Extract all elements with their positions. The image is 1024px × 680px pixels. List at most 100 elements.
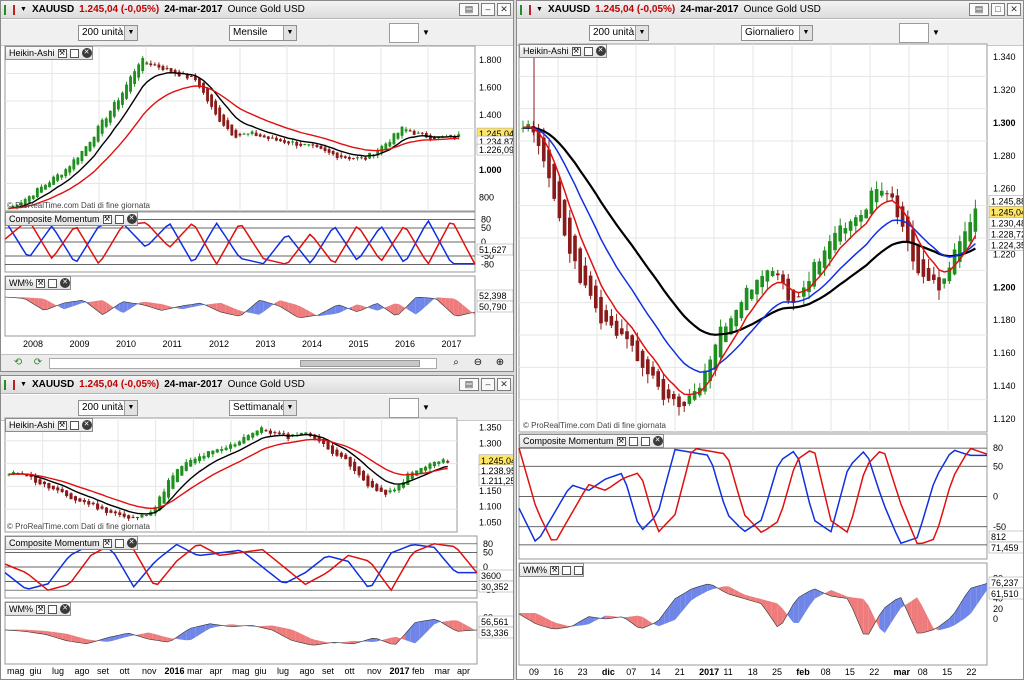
daily-chart[interactable]: 1.3401.3201.3001.2801.2601.2401.2201.200… [517,1,1024,680]
wrench-icon[interactable]: ⚒ [571,46,581,56]
heikin-ashi-candle [573,235,577,262]
heikin-ashi-candle [921,259,926,277]
wm-label[interactable]: WM% ⚒ ✕ [5,602,71,616]
wm-label[interactable]: WM% ⚒ [519,563,584,577]
close-icon[interactable]: ✕ [126,214,137,224]
wm-area [415,297,420,315]
heikin-ashi-candle [348,456,352,467]
close-icon[interactable]: ✕ [81,420,92,430]
heikin-label[interactable]: Heikin-Ashi ⚒ ✕ [519,44,607,58]
heikin-ashi-candle [193,458,197,464]
properties-icon[interactable] [48,278,57,288]
properties-icon[interactable] [562,565,571,575]
heikin-label[interactable]: Heikin-Ashi ⚒ ✕ [5,46,93,60]
heikin-ashi-candle [848,221,853,231]
zoom-in-icon[interactable]: ⊕ [493,356,507,370]
cm-tick-label: 0 [993,492,998,502]
heikin-ashi-candle [125,84,128,99]
wm-area [43,298,48,310]
wrench-icon[interactable]: ⚒ [36,604,45,614]
properties-icon[interactable] [574,565,583,575]
heikin-ashi-candle [361,470,366,481]
heikin-ashi-candle [175,469,179,483]
zoom-out-icon[interactable]: ⊖ [471,356,485,370]
wm-label[interactable]: WM% ⚒ ✕ [5,276,71,290]
monthly-chart-window[interactable]: ▼ XAUUSD 1.245,04 (-0,05%) 24-mar-2017 O… [0,0,514,372]
wrench-icon[interactable]: ⚒ [57,48,67,58]
wrench-icon[interactable]: ⚒ [616,436,626,446]
properties-icon[interactable] [69,420,79,430]
zoom-fit-icon[interactable]: ⌕ [449,356,463,370]
close-icon[interactable]: ✕ [652,436,663,446]
cm-label[interactable]: Composite Momentum ⚒ ✕ [519,434,664,448]
daily-chart-window[interactable]: ▼ XAUUSD 1.245,04 (-0,05%) 24-mar-2017 O… [516,0,1024,680]
heikin-ashi-candle [222,114,226,126]
wrench-icon[interactable]: ⚒ [36,278,45,288]
hscroll-left-icon[interactable]: ⟲ [11,356,25,370]
wrench-icon[interactable]: ⚒ [102,538,112,548]
properties-icon[interactable] [114,214,124,224]
price-tag: 1.211,25 [481,476,514,486]
heikin-ashi-candle [237,441,241,446]
heikin-ashi-candle [415,470,419,476]
heikin-ashi-candle [833,232,837,251]
properties-icon[interactable] [640,436,650,446]
heikin-ashi-candle [270,137,274,139]
hscroll-left-icon[interactable]: ⟳ [31,356,45,370]
close-icon[interactable]: ✕ [60,278,70,288]
time-axis-label: 2008 [23,339,43,349]
heikin-ashi-candle [885,193,889,195]
heikin-ashi-candle [645,359,650,375]
wrench-icon[interactable]: ⚒ [102,214,112,224]
time-axis-label: 2011 [163,339,182,349]
heikin-ashi-candle [604,310,609,322]
properties-icon[interactable] [69,48,79,58]
close-icon[interactable]: ✕ [60,604,70,614]
heikin-ashi-candle [96,503,100,510]
time-axis-label: mar [187,666,203,676]
properties-icon[interactable] [628,436,638,446]
heikin-ashi-candle [60,174,64,178]
price-axis-label: 1.300 [479,438,502,448]
heikin-ashi-candle [137,64,141,78]
heikin-ashi-candle [357,466,361,476]
cm-label[interactable]: Composite Momentum ⚒ ✕ [5,536,138,550]
heikin-ashi-candle [197,456,202,461]
time-axis-label: 22 [869,667,879,677]
wrench-icon[interactable]: ⚒ [57,420,67,430]
heikin-ashi-candle [796,296,801,298]
time-axis-label: 2010 [116,339,136,349]
cm-tick-label: -50 [993,522,1006,532]
cm-label[interactable]: Composite Momentum ⚒ ✕ [5,212,138,226]
close-icon[interactable]: ✕ [595,46,606,56]
heikin-ashi-candle [202,455,206,459]
properties-icon[interactable] [114,538,124,548]
wm-value-tag: 52,398 [479,291,507,301]
close-icon[interactable]: ✕ [81,48,92,58]
wm-value-tag: 76,237 [991,578,1019,588]
properties-icon[interactable] [583,46,593,56]
horizontal-scrollbar[interactable] [49,358,437,369]
heikin-ashi-candle [282,433,286,435]
heikin-ashi-candle [827,241,832,260]
heikin-ashi-candle [60,488,64,492]
heikin-ashi-candle [384,489,388,495]
heikin-label[interactable]: Heikin-Ashi ⚒ ✕ [5,418,93,432]
close-icon[interactable]: ✕ [126,538,137,548]
wrench-icon[interactable]: ⚒ [550,565,559,575]
time-axis-label: 09 [529,667,539,677]
heikin-ashi-candle [388,141,392,147]
heikin-ashi-candle [351,158,355,160]
heikin-ashi-candle [112,102,116,117]
wm-area [453,298,459,316]
heikin-ashi-candle [446,461,450,463]
heikin-ashi-candle [765,270,770,282]
heikin-ashi-candle [635,340,640,362]
price-axis-label: 1.140 [993,381,1016,391]
properties-icon[interactable] [48,604,57,614]
heikin-ashi-candle [311,144,315,146]
heikin-ashi-candle [210,94,214,107]
heikin-ashi-candle [326,441,330,450]
weekly-chart-window[interactable]: ▼ XAUUSD 1.245,04 (-0,05%) 24-mar-2017 O… [0,375,514,680]
heikin-ashi-candle [180,466,184,476]
